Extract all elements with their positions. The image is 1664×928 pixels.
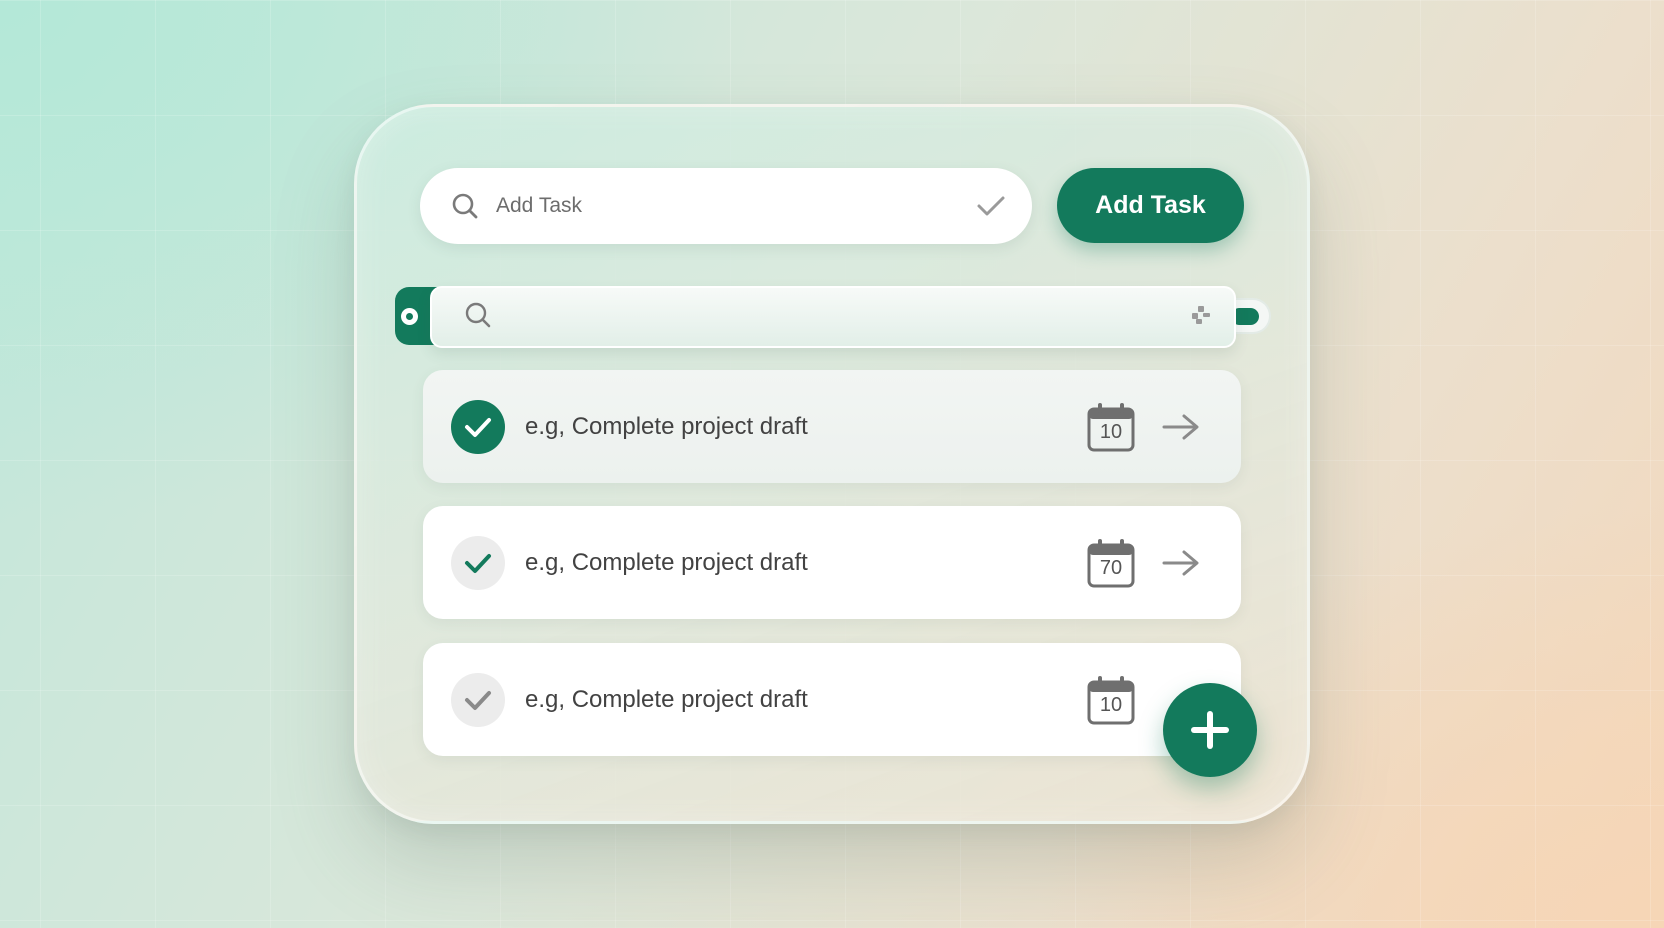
- calendar-date: 10: [1099, 420, 1123, 443]
- checkmark-icon[interactable]: [976, 191, 1006, 221]
- toggle-right-cap[interactable]: [1231, 298, 1271, 334]
- task-row[interactable]: e.g, Complete project draft 10: [423, 643, 1241, 756]
- floating-add-button[interactable]: [1163, 683, 1257, 777]
- search-bar[interactable]: [430, 286, 1236, 348]
- task-label: e.g, Complete project draft: [525, 412, 808, 440]
- plus-icon: [1191, 711, 1229, 749]
- task-label: e.g, Complete project draft: [525, 548, 808, 576]
- arrow-right-icon[interactable]: [1161, 411, 1201, 443]
- calendar-icon[interactable]: 10: [1087, 675, 1135, 725]
- calendar-date: 10: [1099, 693, 1123, 716]
- calendar-date: 70: [1099, 556, 1123, 579]
- calendar-icon[interactable]: 10: [1087, 402, 1135, 452]
- search-track: [395, 286, 1271, 348]
- radio-dot-icon: [401, 307, 418, 325]
- add-task-button[interactable]: Add Task: [1057, 168, 1244, 243]
- checkbox-unchecked[interactable]: [451, 672, 505, 727]
- search-input[interactable]: [506, 305, 1190, 329]
- arrow-right-icon[interactable]: [1161, 547, 1201, 579]
- add-task-input-container[interactable]: [420, 168, 1032, 244]
- drag-handle-icon[interactable]: [1190, 304, 1212, 331]
- task-row[interactable]: e.g, Complete project draft 70: [423, 506, 1241, 619]
- calendar-icon[interactable]: 70: [1087, 538, 1135, 588]
- search-icon: [464, 301, 492, 334]
- checkmark-icon: [465, 690, 491, 710]
- task-label: e.g, Complete project draft: [525, 685, 808, 713]
- task-row[interactable]: e.g, Complete project draft 10: [423, 370, 1241, 483]
- add-task-input[interactable]: [496, 194, 976, 218]
- checkbox-checked[interactable]: [451, 399, 505, 454]
- checkbox-checked[interactable]: [451, 535, 505, 590]
- checkmark-icon: [465, 553, 491, 573]
- checkmark-icon: [465, 417, 491, 437]
- search-icon: [450, 191, 480, 221]
